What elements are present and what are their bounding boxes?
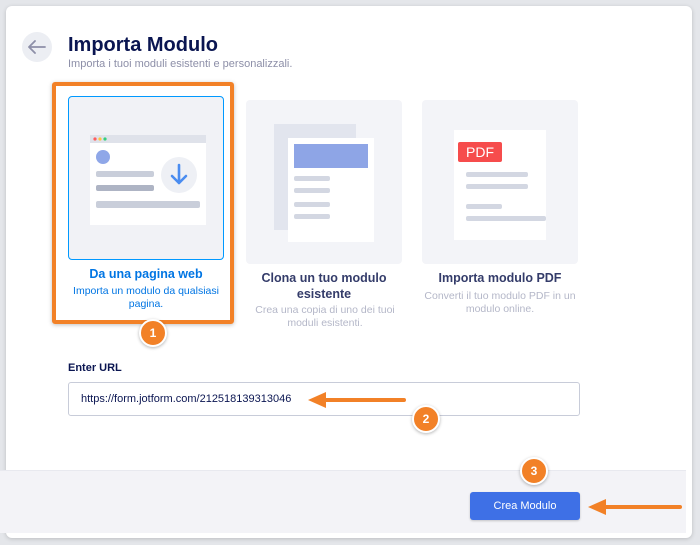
create-form-button[interactable]: Crea Modulo (470, 492, 580, 520)
option-title: Clona un tuo modulo esistente (261, 271, 387, 301)
back-button[interactable] (22, 32, 52, 62)
page-title: Importa Modulo (68, 34, 218, 56)
option-title: Da una pagina web (89, 267, 203, 281)
step-badge-2: 2 (412, 405, 440, 433)
annotation-arrow-icon (308, 392, 406, 408)
option-title: Importa modulo PDF (438, 271, 562, 285)
pdf-label: PDF (466, 144, 494, 160)
step-badge-3: 3 (520, 457, 548, 485)
url-label: Enter URL (68, 362, 122, 374)
page-subtitle: Importa i tuoi moduli esistenti e person… (68, 58, 293, 70)
option-description: Converti il tuo modulo PDF in un modulo … (424, 290, 576, 315)
option-description: Crea una copia di uno dei tuoi moduli es… (255, 304, 395, 329)
option-description: Importa un modulo da qualsiasi pagina. (73, 285, 219, 310)
arrow-left-icon (28, 40, 46, 54)
annotation-arrow-icon (588, 499, 682, 515)
step-badge-1: 1 (139, 319, 167, 347)
pdf-document-icon: PDF (422, 100, 578, 264)
webpage-download-icon (68, 96, 224, 260)
clone-form-icon (246, 100, 402, 264)
